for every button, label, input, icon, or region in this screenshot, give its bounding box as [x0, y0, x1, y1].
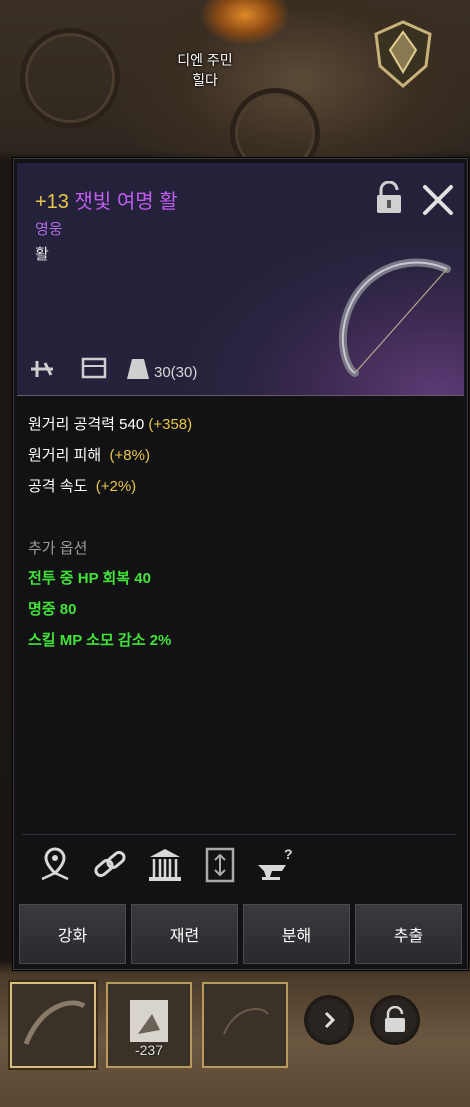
stat-attack-speed: 공격 속도 (+2%): [28, 478, 137, 495]
item-tooltip-panel: +13 잿빛 여명 활 영웅 활 30(30) 원거리 공격력 540 (+35…: [13, 158, 468, 970]
npc-name: 힐다: [192, 72, 218, 88]
refine-button[interactable]: 재련: [131, 904, 238, 964]
slot-lock-button[interactable]: [370, 995, 420, 1045]
extra-options-title: 추가 옵션: [28, 540, 88, 557]
location-pin-icon[interactable]: [34, 845, 76, 885]
bow-item-icon: [338, 258, 451, 377]
action-buttons: 강화 재련 분해 추출: [19, 904, 464, 964]
crossbow-icon: [31, 361, 53, 377]
extra-options-list: 전투 중 HP 회복 40 명중 80 스킬 MP 소모 감소 2%: [28, 563, 171, 656]
unlock-icon: [385, 1006, 405, 1032]
close-icon[interactable]: [421, 183, 455, 217]
item-grade: 영웅: [35, 221, 63, 238]
scroll-info-icon[interactable]: [199, 845, 241, 885]
unlock-icon[interactable]: [375, 181, 403, 215]
divider: [22, 834, 457, 835]
npc-title: 디엔 주민: [177, 52, 233, 68]
market-building-icon[interactable]: [144, 845, 186, 885]
bow-slot-icon: [23, 1000, 86, 1045]
item-stats: 원거리 공격력 540 (+358) 원거리 피해 (+8%) 공격 속도 (+…: [28, 409, 192, 502]
empty-slot-icon: [223, 1007, 269, 1035]
storage-chest-icon: [81, 357, 107, 379]
extra-option: 전투 중 HP 회복 40: [28, 570, 151, 587]
item-slot-material[interactable]: -237: [106, 982, 192, 1068]
extra-option: 명중 80: [28, 601, 77, 618]
chevron-right-icon: [324, 1011, 336, 1029]
item-slot-empty[interactable]: [202, 982, 288, 1068]
enhance-level: +13: [35, 191, 69, 213]
svg-text:?: ?: [284, 846, 293, 862]
extract-button[interactable]: 추출: [355, 904, 462, 964]
item-weight: 30(30): [154, 364, 198, 381]
stat-ranged-attack: 원거리 공격력 540 (+358): [28, 416, 193, 433]
slot-count: -237: [134, 1042, 164, 1058]
weight-icon: [127, 359, 149, 379]
item-name: 잿빛 여명 활: [74, 191, 178, 213]
item-title: +13 잿빛 여명 활: [35, 185, 178, 214]
extra-option: 스킬 MP 소모 감소 2%: [28, 632, 172, 649]
disassemble-button[interactable]: 분해: [243, 904, 350, 964]
guild-emblem-icon: [374, 20, 432, 88]
stat-ranged-damage: 원거리 피해 (+8%): [28, 447, 150, 464]
anvil-help-icon[interactable]: ?: [254, 845, 296, 885]
link-chain-icon[interactable]: [89, 845, 131, 885]
item-type: 활: [35, 246, 49, 263]
enhance-button[interactable]: 강화: [19, 904, 126, 964]
item-header: +13 잿빛 여명 활 영웅 활 30(30): [17, 163, 464, 396]
item-slot-bow[interactable]: [10, 982, 96, 1068]
next-button[interactable]: [304, 995, 354, 1045]
